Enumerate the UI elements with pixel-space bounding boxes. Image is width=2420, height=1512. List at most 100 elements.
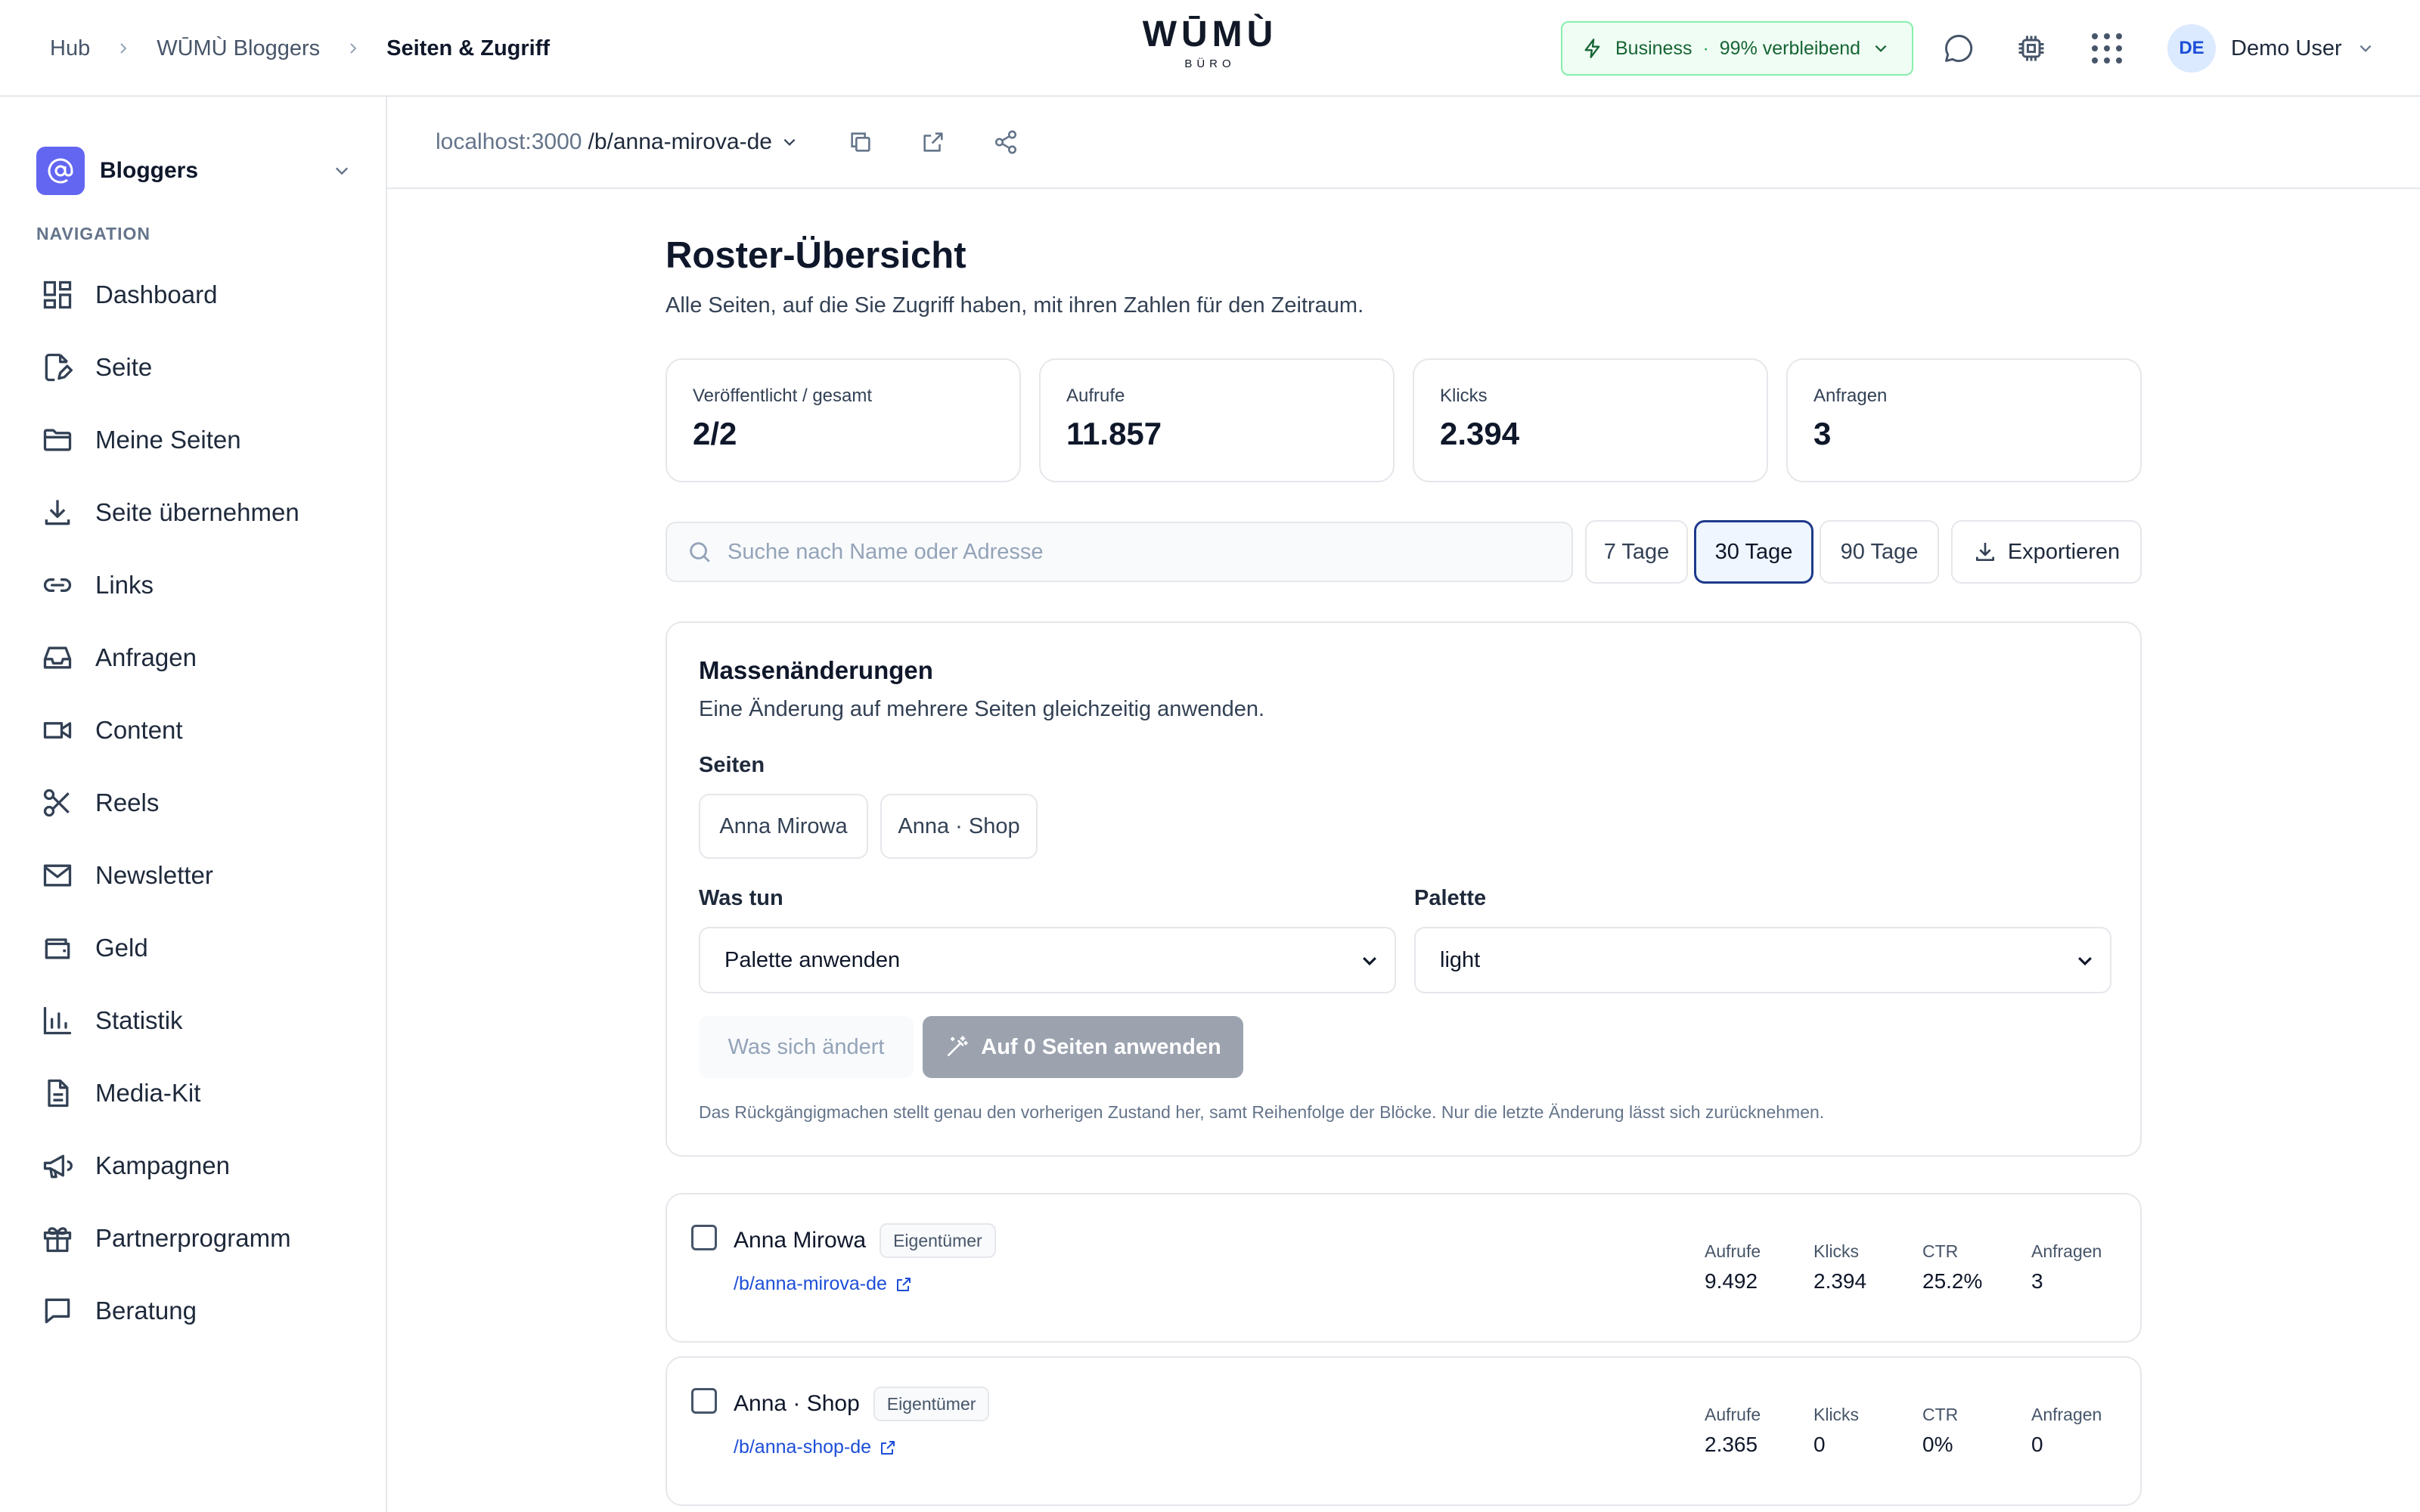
- page-url-selector[interactable]: localhost:3000 /b/anna-mirova-de: [436, 97, 798, 187]
- breadcrumb-current: Seiten & Zugriff: [386, 36, 551, 60]
- metric-value: 2.365: [1705, 1433, 1758, 1456]
- plan-selector[interactable]: Business · 99% verbleibend: [1561, 21, 1913, 76]
- breadcrumb: Hub WŪMÙ Bloggers Seiten & Zugriff: [50, 0, 550, 97]
- dashboard-icon: [43, 280, 72, 309]
- palette-label: Palette: [1414, 886, 1487, 910]
- metric-label: CTR: [1922, 1241, 1959, 1261]
- chevron-down-icon: [1363, 956, 1376, 966]
- sidebar-item-partnerprogramm[interactable]: Partnerprogramm: [36, 1202, 354, 1275]
- range-90-days-button[interactable]: 90 Tage: [1820, 520, 1939, 584]
- metric-value: 2.394: [1813, 1269, 1867, 1293]
- page-edit-icon: [45, 353, 73, 382]
- logo[interactable]: WŪMÙ BÜRO: [1134, 14, 1286, 70]
- share-button[interactable]: [989, 125, 1022, 159]
- page-chip-anna-mirowa[interactable]: Anna Mirowa: [699, 794, 868, 859]
- stat-label: Aufrufe: [1066, 386, 1125, 406]
- sidebar-item-geld[interactable]: Geld: [36, 912, 354, 984]
- range-7-days-button[interactable]: 7 Tage: [1585, 520, 1688, 584]
- search-input[interactable]: [728, 539, 1544, 565]
- page-link-text: /b/anna-mirova-de: [734, 1273, 887, 1294]
- page-subtitle: Alle Seiten, auf die Sie Zugriff haben, …: [666, 293, 1364, 318]
- sidebar-item-label: Newsletter: [95, 861, 213, 889]
- metric-label: Klicks: [1813, 1241, 1860, 1261]
- sidebar-item-seite[interactable]: Seite: [36, 331, 354, 404]
- page-title: Roster-Übersicht: [666, 235, 966, 276]
- page-row-anna-mirowa: Anna Mirowa Eigentümer /b/anna-mirova-de…: [666, 1193, 2142, 1343]
- stat-label: Veröffentlicht / gesamt: [693, 386, 873, 406]
- inbox-icon: [43, 646, 72, 669]
- bulk-description: Eine Änderung auf mehrere Seiten gleichz…: [699, 697, 1265, 721]
- stat-card-requests: Anfragen 3: [1786, 358, 2142, 482]
- breadcrumb-workspace[interactable]: WŪMÙ Bloggers: [157, 36, 320, 61]
- page-link[interactable]: /b/anna-shop-de: [734, 1436, 897, 1458]
- page-checkbox[interactable]: [691, 1225, 717, 1250]
- page-chip-anna-shop[interactable]: Anna · Shop: [880, 794, 1038, 859]
- sidebar-item-dashboard[interactable]: Dashboard: [36, 259, 354, 331]
- sidebar-item-kampagnen[interactable]: Kampagnen: [36, 1129, 354, 1202]
- sidebar-item-label: Reels: [95, 789, 160, 816]
- breadcrumb-hub[interactable]: Hub: [50, 36, 90, 61]
- avatar: DE: [2167, 24, 2216, 73]
- metric-requests: Anfragen 0: [2031, 1405, 2102, 1457]
- export-button[interactable]: Exportieren: [1951, 520, 2142, 584]
- logo-wordmark: WŪMÙ: [1142, 14, 1278, 54]
- role-badge: Eigentümer: [873, 1387, 990, 1421]
- document-icon: [48, 1079, 69, 1108]
- sidebar-item-label: Geld: [95, 934, 148, 962]
- page-row-anna-shop: Anna · Shop Eigentümer /b/anna-shop-de A…: [666, 1356, 2142, 1506]
- chevron-down-icon: [783, 138, 796, 146]
- open-external-button[interactable]: [917, 125, 950, 159]
- lightning-icon: [1584, 39, 1600, 58]
- chevron-right-icon: [350, 43, 357, 54]
- page-checkbox[interactable]: [691, 1388, 717, 1414]
- sidebar-item-reels[interactable]: Reels: [36, 767, 354, 839]
- user-menu[interactable]: DE Demo User: [2167, 24, 2374, 73]
- metric-value: 25.2%: [1922, 1269, 1983, 1293]
- nav-heading: NAVIGATION: [36, 224, 150, 243]
- preview-changes-button[interactable]: Was sich ändert: [699, 1016, 914, 1078]
- ai-chip-button[interactable]: [2013, 30, 2049, 67]
- metric-label: CTR: [1922, 1405, 1959, 1424]
- metric-views: Aufrufe 9.492: [1705, 1241, 1761, 1294]
- sidebar: Bloggers NAVIGATION Dashboard Seite Mein…: [0, 97, 387, 1512]
- chat-bubble-icon: [1945, 35, 1973, 62]
- scissors-icon: [43, 789, 70, 817]
- palette-select[interactable]: light: [1414, 927, 2111, 993]
- nav-list: Dashboard Seite Meine Seiten Seite übern…: [36, 259, 354, 1347]
- messages-button[interactable]: [1941, 30, 1977, 67]
- download-icon: [1975, 543, 1994, 561]
- range-30-days-button[interactable]: 30 Tage: [1694, 520, 1813, 584]
- copy-icon: [851, 132, 870, 152]
- metric-label: Aufrufe: [1705, 1405, 1761, 1424]
- sidebar-item-label: Content: [95, 716, 183, 744]
- apps-grid-button[interactable]: [2089, 30, 2125, 67]
- apps-grid-icon: [2092, 33, 2122, 64]
- page-name-text: Anna · Shop: [734, 1391, 860, 1416]
- sidebar-item-statistik[interactable]: Statistik: [36, 984, 354, 1057]
- sidebar-item-links[interactable]: Links: [36, 549, 354, 621]
- at-sign-icon: [36, 147, 85, 195]
- logo-subtitle: BÜRO: [1184, 57, 1236, 70]
- external-link-icon: [881, 1440, 895, 1455]
- sidebar-item-label: Partnerprogramm: [95, 1224, 291, 1252]
- undo-note: Das Rückgängigmachen stellt genau den vo…: [699, 1102, 1825, 1122]
- link-icon: [43, 578, 72, 592]
- metric-label: Anfragen: [2031, 1241, 2102, 1261]
- copy-url-button[interactable]: [844, 125, 877, 159]
- sidebar-item-seite-uebernehmen[interactable]: Seite übernehmen: [36, 476, 354, 549]
- stat-value: 3: [1813, 416, 1832, 451]
- page-link[interactable]: /b/anna-mirova-de: [734, 1273, 913, 1295]
- apply-changes-button[interactable]: Auf 0 Seiten anwenden: [923, 1016, 1243, 1078]
- user-name: Demo User: [2231, 36, 2342, 60]
- sidebar-item-anfragen[interactable]: Anfragen: [36, 621, 354, 694]
- sidebar-item-meine-seiten[interactable]: Meine Seiten: [36, 404, 354, 476]
- metric-value: 0: [1813, 1433, 1826, 1456]
- sidebar-item-media-kit[interactable]: Media-Kit: [36, 1057, 354, 1129]
- stat-value: 2.394: [1440, 416, 1520, 451]
- sidebar-item-content[interactable]: Content: [36, 694, 354, 767]
- metric-clicks: Klicks 0: [1813, 1405, 1859, 1457]
- sidebar-item-beratung[interactable]: Beratung: [36, 1275, 354, 1347]
- workspace-switcher[interactable]: Bloggers: [36, 147, 351, 195]
- action-select[interactable]: Palette anwenden: [699, 927, 1396, 993]
- sidebar-item-newsletter[interactable]: Newsletter: [36, 839, 354, 912]
